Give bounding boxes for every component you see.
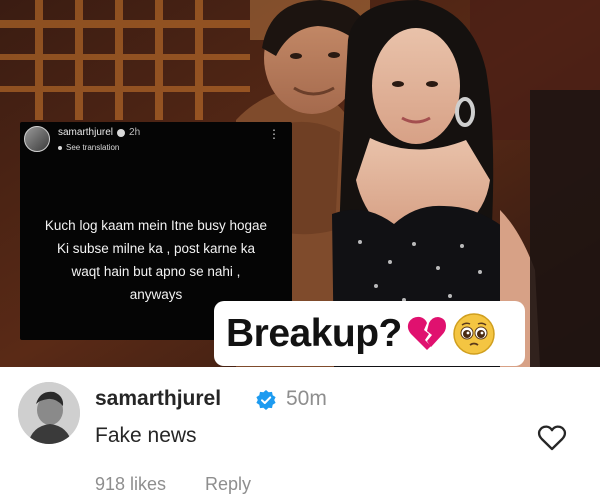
story-line: waqt hain but apno se nahi ,	[71, 264, 241, 279]
see-translation-link: See translation	[58, 143, 140, 153]
story-more-icon: ⋮	[268, 127, 280, 141]
translate-dot-icon	[58, 146, 62, 150]
pleading-face-icon	[453, 312, 495, 355]
heart-outline-icon[interactable]	[537, 424, 567, 452]
reply-button[interactable]: Reply	[205, 473, 251, 495]
story-verified-icon	[117, 129, 126, 137]
comment-likes[interactable]: 918 likes	[95, 473, 166, 495]
story-line: Kuch log kaam mein Itne busy hogae	[44, 218, 268, 233]
comment-text: Fake news	[95, 424, 197, 447]
comment: samarthjurel 50m Fake news 918 likes Rep…	[0, 367, 600, 500]
breakup-caption: Breakup?	[214, 301, 525, 366]
post-photo[interactable]: samarthjurel 2h See translation ⋮ Kuch l…	[0, 0, 600, 367]
avatar-image	[18, 382, 80, 444]
story-username: samarthjurel	[58, 127, 114, 138]
story-header: samarthjurel 2h See translation	[24, 126, 140, 153]
story-text: Kuch log kaam mein Itne busy hogae Ki su…	[20, 214, 292, 306]
story-line: Ki subse milne ka , post karne ka	[56, 241, 256, 256]
verified-icon	[256, 390, 276, 410]
breakup-label: Breakup?	[226, 311, 402, 355]
story-time: 2h	[129, 127, 141, 138]
comment-username[interactable]: samarthjurel	[95, 387, 221, 411]
comment-time: 50m	[286, 387, 327, 410]
avatar[interactable]	[18, 382, 80, 444]
broken-heart-icon	[407, 316, 446, 350]
story-avatar	[24, 126, 50, 152]
